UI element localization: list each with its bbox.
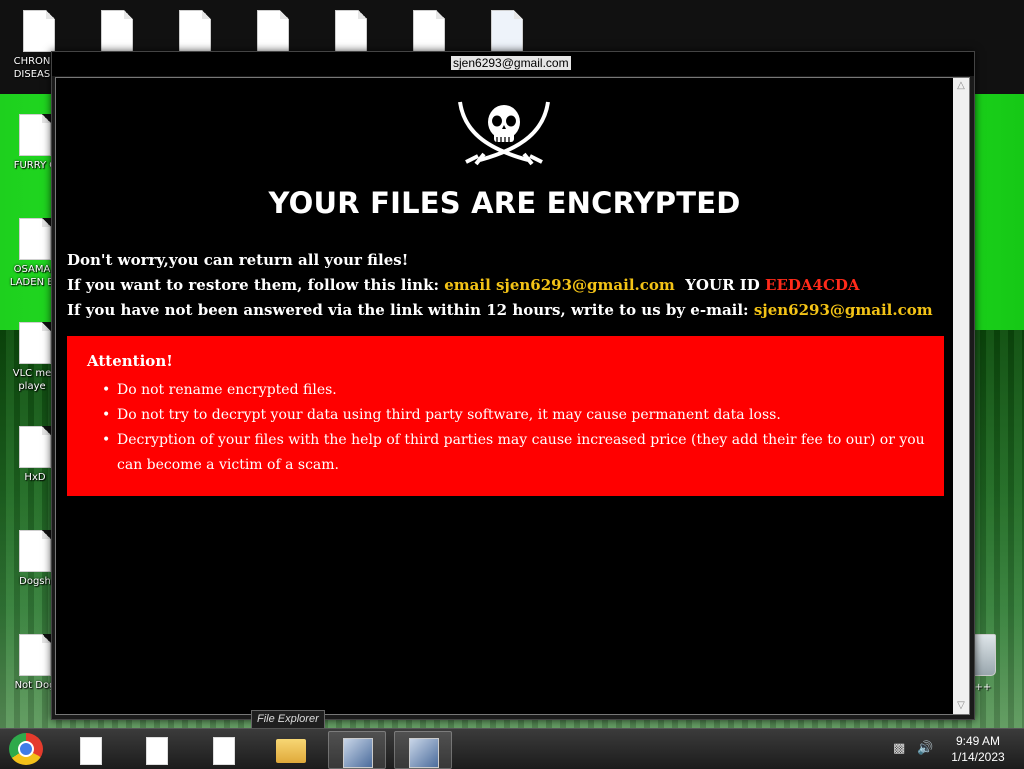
attention-item: Do not rename encrypted files. [102, 378, 944, 403]
file-icon [413, 10, 445, 52]
taskbar-setup-button[interactable] [394, 731, 452, 769]
file-icon [146, 737, 168, 765]
file-icon [19, 530, 51, 572]
desktop-icon-label: Dogsh [19, 576, 51, 587]
ransom-note-file-icon [491, 10, 523, 52]
file-explorer-icon [276, 739, 306, 763]
desktop-icon[interactable] [162, 10, 228, 55]
ransom-window[interactable]: sjen6293@gmail.com YOUR FILES ARE ENCRYP… [51, 51, 975, 720]
desktop-icon[interactable] [240, 10, 306, 55]
desktop-icon-label: CHRON DISEAS [13, 56, 51, 80]
setup-icon [409, 738, 439, 768]
file-icon [257, 10, 289, 52]
file-icon [19, 114, 51, 156]
taskbar: ▩ 🔊 9:49 AM 1/14/2023 [0, 728, 1024, 769]
backup-email-link[interactable]: sjen6293@gmail.com [754, 301, 933, 319]
taskbar-file-explorer-button[interactable] [262, 731, 318, 767]
taskbar-file-button[interactable] [128, 731, 184, 767]
file-icon [23, 10, 55, 52]
ransom-note: YOUR FILES ARE ENCRYPTED Don't worry,you… [56, 78, 953, 714]
file-icon [19, 634, 51, 676]
desktop-icon-label: Not Dog [14, 680, 56, 691]
file-icon [213, 737, 235, 765]
file-explorer-tooltip: File Explorer [251, 710, 325, 729]
ransom-line-1: Don't worry,you can return all your file… [67, 251, 409, 269]
desktop-icon-label: OSAMA LADEN B [9, 264, 55, 288]
ransom-line-3: If you have not been answered via the li… [67, 301, 933, 319]
taskbar-setup-button[interactable] [328, 731, 386, 769]
vertical-scrollbar[interactable]: △ ▽ [953, 78, 969, 714]
victim-id: EEDA4CDA [765, 276, 860, 294]
contact-email-link[interactable]: email sjen6293@gmail.com [444, 276, 675, 294]
clock-date: 1/14/2023 [951, 750, 1005, 764]
file-icon [19, 426, 51, 468]
setup-icon [343, 738, 373, 768]
scroll-up-icon[interactable]: △ [953, 78, 969, 94]
desktop-icon-label: HxD [24, 472, 46, 483]
attention-box: Attention! Do not rename encrypted files… [67, 336, 944, 496]
desktop-icon[interactable] [318, 10, 384, 55]
attention-item: Decryption of your files with the help o… [102, 428, 944, 478]
clock-time: 9:49 AM [955, 734, 1001, 748]
file-icon [179, 10, 211, 52]
desktop-icon[interactable] [396, 10, 462, 55]
desktop-icon-label: VLC me playe [12, 368, 52, 392]
desktop-icon[interactable] [84, 10, 150, 55]
ransom-line-2: If you want to restore them, follow this… [67, 276, 860, 294]
desktop-icon-note[interactable] [474, 10, 540, 55]
file-icon [80, 737, 102, 765]
ransom-headline: YOUR FILES ARE ENCRYPTED [268, 186, 741, 220]
window-titlebar[interactable]: sjen6293@gmail.com [52, 52, 974, 76]
file-icon [335, 10, 367, 52]
skull-crossed-swords-logo [458, 101, 550, 166]
system-clock[interactable]: 9:49 AM 1/14/2023 [940, 733, 1016, 765]
window-title: sjen6293@gmail.com [451, 56, 571, 70]
chrome-icon[interactable] [9, 733, 43, 765]
desktop-icon-label: FURRY C [13, 160, 57, 171]
attention-item: Do not try to decrypt your data using th… [102, 403, 944, 428]
scroll-down-icon[interactable]: ▽ [953, 698, 969, 714]
your-id-label: YOUR ID [685, 276, 766, 294]
taskbar-file-button[interactable] [195, 731, 251, 767]
ransom-line-2-prefix: If you want to restore them, follow this… [67, 276, 445, 294]
window-client-area: YOUR FILES ARE ENCRYPTED Don't worry,you… [55, 77, 970, 715]
file-icon [19, 322, 51, 364]
ransom-line-3-prefix: If you have not been answered via the li… [67, 301, 754, 319]
file-icon [19, 218, 51, 260]
attention-title: Attention! [87, 352, 173, 370]
file-icon [101, 10, 133, 52]
network-icon[interactable]: ▩ [893, 742, 909, 756]
attention-list: Do not rename encrypted files. Do not tr… [102, 378, 944, 478]
taskbar-file-button[interactable] [62, 731, 118, 767]
volume-icon[interactable]: 🔊 [917, 742, 933, 756]
